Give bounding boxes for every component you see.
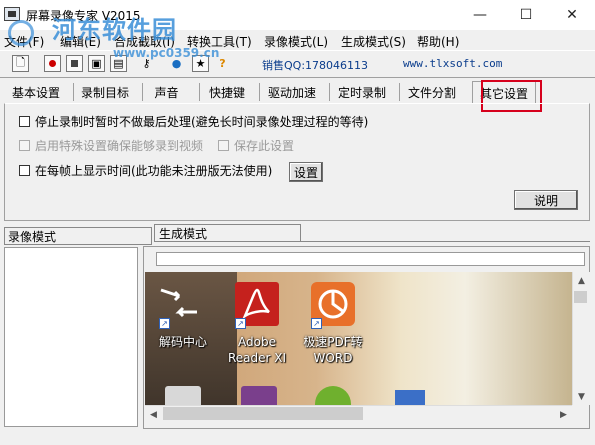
tab-file-split[interactable]: 文件分割 [400,81,464,103]
record-icon[interactable] [44,55,61,72]
toolbar: 🗋 ▣ ▤ ⚷ ● ★ ? 销售QQ:178046113 www.tlxsoft… [0,50,595,78]
minimize-button[interactable]: — [457,0,503,30]
website-link[interactable]: www.tlxsoft.com [403,57,502,70]
tab-driver-accel[interactable]: 驱动加速 [260,81,324,103]
preview-top-bar [156,252,585,266]
menu-help[interactable]: 帮助(H) [417,33,459,50]
partial-icon [315,386,351,405]
shortcut-arrow-icon: ↗ [159,318,170,329]
menu-record-mode[interactable]: 录像模式(L) [264,33,328,50]
partial-icon [165,386,201,405]
tab-hotkeys[interactable]: 快捷键 [200,81,254,103]
tab-basic[interactable]: 基本设置 [4,81,68,103]
shortcut-arrow-icon: ↗ [311,318,322,329]
tab-generate-mode[interactable]: 生成模式 [154,224,301,242]
tab-scheduled-record[interactable]: 定时录制 [330,81,394,103]
settings-button[interactable]: 设置 [289,162,323,182]
desktop-icon-label: 解码中心 [158,335,207,349]
new-file-icon[interactable]: 🗋 [12,55,29,72]
checkbox-save-setting [218,140,229,151]
tab-record-mode[interactable]: 录像模式 [4,227,152,245]
sales-qq: 销售QQ:178046113 [262,59,369,72]
desktop-icon-label-line1: Adobe [238,335,276,349]
label-save-setting: 保存此设置 [234,139,295,153]
tab-sound[interactable]: 声音 [143,81,190,103]
checkbox-defer-processing[interactable] [19,116,30,127]
label-show-time: 在每帧上显示时间(此功能未注册版无法使用) [35,164,273,178]
scroll-down-icon[interactable]: ▼ [573,388,590,405]
shortcut-arrow-icon: ↗ [235,318,246,329]
vertical-scroll-thumb[interactable] [574,291,587,303]
label-defer-processing: 停止录制时暂时不做最后处理(避免长时间录像处理过程的等待) [35,115,369,129]
checkbox-show-time[interactable] [19,165,30,176]
close-button[interactable]: ✕ [549,0,595,30]
watermark-url: www.pc0359.cn [113,46,220,60]
partial-icon [395,390,425,405]
watermark-logo [8,20,34,46]
checkbox-special-settings [19,140,30,151]
scroll-up-icon[interactable]: ▲ [573,272,590,289]
desktop-icon-label-line2: Reader XI [227,351,287,365]
tab-record-target[interactable]: 录制目标 [74,81,136,103]
desktop-icon-label-line1: 极速PDF转 [303,335,363,349]
horizontal-scroll-thumb[interactable] [163,407,363,420]
preview-area[interactable]: ↗ 解码中心 ↗ Adobe Reader XI ↗ 极速PDF转 WORD [145,272,572,405]
tab-divider [154,241,590,242]
scroll-right-icon[interactable]: ▶ [555,406,572,423]
label-special-settings: 启用特殊设置确保能够录到视频 [35,139,204,153]
stop-icon[interactable] [66,55,83,72]
menu-generate-mode[interactable]: 生成模式(S) [341,33,406,50]
partial-icon [241,386,277,405]
help-button[interactable]: 说明 [514,190,578,210]
desktop-icon-label-line2: WORD [313,351,353,365]
app-icon[interactable] [4,7,20,21]
maximize-button[interactable]: ☐ [503,0,549,30]
watermark-text: 河东软件园 [52,15,177,44]
capture-icon[interactable]: ▣ [88,55,105,72]
scroll-left-icon[interactable]: ◀ [145,406,162,423]
record-list-pane[interactable] [4,247,138,427]
